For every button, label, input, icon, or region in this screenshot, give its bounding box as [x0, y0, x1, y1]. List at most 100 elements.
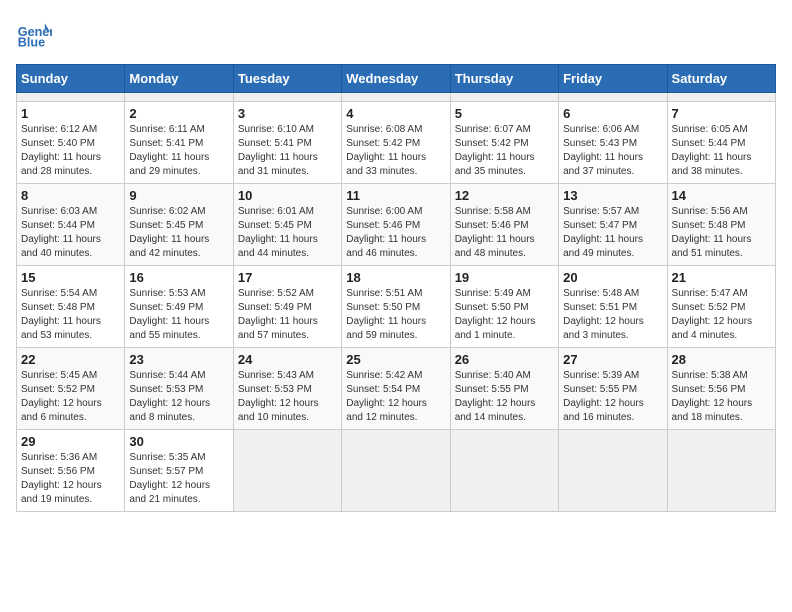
- calendar-cell: 3 Sunrise: 6:10 AM Sunset: 5:41 PM Daylig…: [233, 102, 341, 184]
- day-info: Sunrise: 5:44 AM Sunset: 5:53 PM Dayligh…: [129, 369, 228, 425]
- weekday-header-row: SundayMondayTuesdayWednesdayThursdayFrid…: [17, 65, 776, 93]
- calendar-cell: 22 Sunrise: 5:45 AM Sunset: 5:52 PM Dayli…: [17, 348, 125, 430]
- day-number: 3: [238, 106, 337, 121]
- day-number: 21: [672, 270, 771, 285]
- day-info: Sunrise: 5:57 AM Sunset: 5:47 PM Dayligh…: [563, 205, 662, 261]
- day-info: Sunrise: 6:12 AM Sunset: 5:40 PM Dayligh…: [21, 123, 120, 179]
- calendar-cell: 21 Sunrise: 5:47 AM Sunset: 5:52 PM Dayli…: [667, 266, 775, 348]
- calendar-cell: 13 Sunrise: 5:57 AM Sunset: 5:47 PM Dayli…: [559, 184, 667, 266]
- calendar-cell: [342, 93, 450, 102]
- calendar-cell: 11 Sunrise: 6:00 AM Sunset: 5:46 PM Dayli…: [342, 184, 450, 266]
- day-info: Sunrise: 5:56 AM Sunset: 5:48 PM Dayligh…: [672, 205, 771, 261]
- calendar-cell: 20 Sunrise: 5:48 AM Sunset: 5:51 PM Dayli…: [559, 266, 667, 348]
- calendar-cell: 23 Sunrise: 5:44 AM Sunset: 5:53 PM Dayli…: [125, 348, 233, 430]
- day-info: Sunrise: 5:49 AM Sunset: 5:50 PM Dayligh…: [455, 287, 554, 343]
- day-number: 20: [563, 270, 662, 285]
- day-number: 7: [672, 106, 771, 121]
- day-info: Sunrise: 6:10 AM Sunset: 5:41 PM Dayligh…: [238, 123, 337, 179]
- day-number: 5: [455, 106, 554, 121]
- day-number: 4: [346, 106, 445, 121]
- day-info: Sunrise: 5:42 AM Sunset: 5:54 PM Dayligh…: [346, 369, 445, 425]
- day-number: 24: [238, 352, 337, 367]
- calendar-week-0: [17, 93, 776, 102]
- day-number: 14: [672, 188, 771, 203]
- calendar-cell: 4 Sunrise: 6:08 AM Sunset: 5:42 PM Daylig…: [342, 102, 450, 184]
- calendar-cell: [667, 93, 775, 102]
- day-number: 23: [129, 352, 228, 367]
- day-info: Sunrise: 5:39 AM Sunset: 5:55 PM Dayligh…: [563, 369, 662, 425]
- day-info: Sunrise: 6:07 AM Sunset: 5:42 PM Dayligh…: [455, 123, 554, 179]
- day-number: 22: [21, 352, 120, 367]
- calendar-cell: 1 Sunrise: 6:12 AM Sunset: 5:40 PM Daylig…: [17, 102, 125, 184]
- day-info: Sunrise: 5:48 AM Sunset: 5:51 PM Dayligh…: [563, 287, 662, 343]
- day-info: Sunrise: 6:03 AM Sunset: 5:44 PM Dayligh…: [21, 205, 120, 261]
- calendar-cell: [17, 93, 125, 102]
- day-info: Sunrise: 5:53 AM Sunset: 5:49 PM Dayligh…: [129, 287, 228, 343]
- calendar-cell: 8 Sunrise: 6:03 AM Sunset: 5:44 PM Daylig…: [17, 184, 125, 266]
- day-number: 2: [129, 106, 228, 121]
- weekday-monday: Monday: [125, 65, 233, 93]
- calendar-cell: [233, 430, 341, 512]
- day-number: 26: [455, 352, 554, 367]
- day-info: Sunrise: 5:51 AM Sunset: 5:50 PM Dayligh…: [346, 287, 445, 343]
- calendar-week-3: 15Sunrise: 5:54 AM Sunset: 5:48 PM Dayli…: [17, 266, 776, 348]
- day-number: 16: [129, 270, 228, 285]
- page-header: General Blue: [16, 16, 776, 52]
- calendar-cell: 15Sunrise: 5:54 AM Sunset: 5:48 PM Dayli…: [17, 266, 125, 348]
- calendar-cell: [667, 430, 775, 512]
- day-info: Sunrise: 6:02 AM Sunset: 5:45 PM Dayligh…: [129, 205, 228, 261]
- day-number: 12: [455, 188, 554, 203]
- calendar-cell: 17 Sunrise: 5:52 AM Sunset: 5:49 PM Dayli…: [233, 266, 341, 348]
- calendar-cell: [233, 93, 341, 102]
- calendar-cell: 29 Sunrise: 5:36 AM Sunset: 5:56 PM Dayli…: [17, 430, 125, 512]
- calendar-cell: [342, 430, 450, 512]
- day-number: 1: [21, 106, 120, 121]
- day-info: Sunrise: 5:52 AM Sunset: 5:49 PM Dayligh…: [238, 287, 337, 343]
- svg-text:Blue: Blue: [18, 36, 45, 50]
- calendar-week-1: 1 Sunrise: 6:12 AM Sunset: 5:40 PM Daylig…: [17, 102, 776, 184]
- calendar-table: SundayMondayTuesdayWednesdayThursdayFrid…: [16, 64, 776, 512]
- calendar-week-2: 8 Sunrise: 6:03 AM Sunset: 5:44 PM Daylig…: [17, 184, 776, 266]
- day-info: Sunrise: 6:05 AM Sunset: 5:44 PM Dayligh…: [672, 123, 771, 179]
- calendar-cell: [559, 93, 667, 102]
- calendar-cell: 12Sunrise: 5:58 AM Sunset: 5:46 PM Dayli…: [450, 184, 558, 266]
- day-number: 13: [563, 188, 662, 203]
- day-info: Sunrise: 5:45 AM Sunset: 5:52 PM Dayligh…: [21, 369, 120, 425]
- weekday-tuesday: Tuesday: [233, 65, 341, 93]
- day-number: 25: [346, 352, 445, 367]
- day-info: Sunrise: 5:36 AM Sunset: 5:56 PM Dayligh…: [21, 451, 120, 507]
- logo: General Blue: [16, 16, 56, 52]
- day-number: 30: [129, 434, 228, 449]
- calendar-cell: 26Sunrise: 5:40 AM Sunset: 5:55 PM Dayli…: [450, 348, 558, 430]
- day-number: 11: [346, 188, 445, 203]
- calendar-cell: 25 Sunrise: 5:42 AM Sunset: 5:54 PM Dayli…: [342, 348, 450, 430]
- day-number: 8: [21, 188, 120, 203]
- day-number: 15: [21, 270, 120, 285]
- day-info: Sunrise: 6:00 AM Sunset: 5:46 PM Dayligh…: [346, 205, 445, 261]
- calendar-week-4: 22 Sunrise: 5:45 AM Sunset: 5:52 PM Dayli…: [17, 348, 776, 430]
- day-number: 18: [346, 270, 445, 285]
- day-number: 28: [672, 352, 771, 367]
- calendar-cell: 2Sunrise: 6:11 AM Sunset: 5:41 PM Daylig…: [125, 102, 233, 184]
- calendar-cell: 6Sunrise: 6:06 AM Sunset: 5:43 PM Daylig…: [559, 102, 667, 184]
- day-number: 17: [238, 270, 337, 285]
- calendar-cell: [450, 430, 558, 512]
- weekday-friday: Friday: [559, 65, 667, 93]
- day-number: 29: [21, 434, 120, 449]
- day-info: Sunrise: 6:01 AM Sunset: 5:45 PM Dayligh…: [238, 205, 337, 261]
- calendar-cell: [125, 93, 233, 102]
- calendar-cell: 5 Sunrise: 6:07 AM Sunset: 5:42 PM Daylig…: [450, 102, 558, 184]
- weekday-thursday: Thursday: [450, 65, 558, 93]
- day-info: Sunrise: 6:08 AM Sunset: 5:42 PM Dayligh…: [346, 123, 445, 179]
- calendar-cell: 24 Sunrise: 5:43 AM Sunset: 5:53 PM Dayli…: [233, 348, 341, 430]
- day-number: 6: [563, 106, 662, 121]
- calendar-cell: 16 Sunrise: 5:53 AM Sunset: 5:49 PM Dayli…: [125, 266, 233, 348]
- calendar-cell: 7 Sunrise: 6:05 AM Sunset: 5:44 PM Daylig…: [667, 102, 775, 184]
- day-number: 10: [238, 188, 337, 203]
- calendar-cell: [450, 93, 558, 102]
- weekday-saturday: Saturday: [667, 65, 775, 93]
- day-info: Sunrise: 5:43 AM Sunset: 5:53 PM Dayligh…: [238, 369, 337, 425]
- day-info: Sunrise: 5:47 AM Sunset: 5:52 PM Dayligh…: [672, 287, 771, 343]
- logo-icon: General Blue: [16, 16, 52, 52]
- day-number: 19: [455, 270, 554, 285]
